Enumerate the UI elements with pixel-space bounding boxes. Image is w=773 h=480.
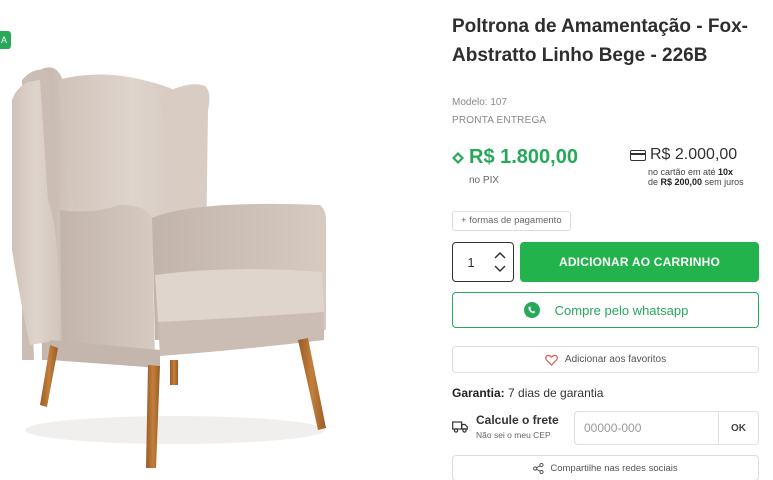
- add-to-cart-button[interactable]: ADICIONAR AO CARRINHO: [520, 242, 759, 282]
- card-price: R$ 2.000,00: [630, 146, 737, 164]
- installments-note: no cartão em até 10x de R$ 200,00 sem jur…: [648, 167, 758, 187]
- calculate-shipping-button[interactable]: OK: [718, 411, 759, 445]
- quantity-input[interactable]: [453, 243, 489, 281]
- installments-prefix: no cartão em até: [648, 167, 719, 177]
- installment-amount: R$ 200,00: [660, 177, 703, 187]
- card-price-value: R$ 2.000,00: [650, 146, 738, 163]
- product-model: Modelo: 107: [452, 97, 508, 108]
- truck-icon: [452, 421, 468, 433]
- installments-count: 10x: [718, 167, 734, 177]
- availability-status: PRONTA ENTREGA: [452, 115, 547, 126]
- product-image[interactable]: [0, 0, 440, 480]
- shipping-calculator: Calcule o frete Não sei o meu CEP OK: [452, 411, 759, 445]
- armchair-image: [12, 67, 326, 468]
- share-button[interactable]: Compartilhe nas redes sociais: [452, 455, 759, 480]
- whatsapp-button-label: Compre pelo whatsapp: [554, 302, 689, 318]
- warranty-info: Garantia: 7 dias de garantia: [452, 386, 603, 400]
- chevron-up-icon[interactable]: [492, 248, 508, 262]
- chevron-down-icon[interactable]: [492, 262, 508, 276]
- cep-input[interactable]: [574, 411, 718, 445]
- installments-suffix: sem juros: [702, 177, 744, 187]
- installments-de: de: [648, 177, 661, 187]
- pix-label: no PIX: [469, 175, 500, 186]
- heart-icon: [545, 354, 558, 366]
- warranty-label: Garantia:: [452, 386, 505, 400]
- quantity-stepper[interactable]: [452, 242, 514, 282]
- shipping-title: Calcule o frete: [476, 413, 559, 427]
- product-title: Poltrona de Amamentação - Fox- Abstratto…: [452, 16, 748, 66]
- warranty-value: 7 dias de garantia: [504, 386, 604, 400]
- pix-price: R$ 1.800,00: [452, 146, 578, 169]
- pix-icon: [452, 151, 464, 164]
- credit-card-icon: [630, 149, 646, 161]
- unknown-cep-link[interactable]: Não sei o meu CEP: [476, 430, 551, 440]
- favorites-label: Adicionar aos favoritos: [564, 354, 667, 365]
- whatsapp-buy-button[interactable]: Compre pelo whatsapp: [452, 292, 759, 328]
- pix-price-value: R$ 1.800,00: [469, 146, 578, 168]
- whatsapp-icon: [523, 302, 540, 318]
- add-to-favorites-button[interactable]: Adicionar aos favoritos: [452, 346, 759, 373]
- share-icon: [533, 462, 544, 474]
- share-label: Compartilhe nas redes sociais: [550, 462, 678, 474]
- payment-options-button[interactable]: + formas de pagamento: [452, 211, 571, 231]
